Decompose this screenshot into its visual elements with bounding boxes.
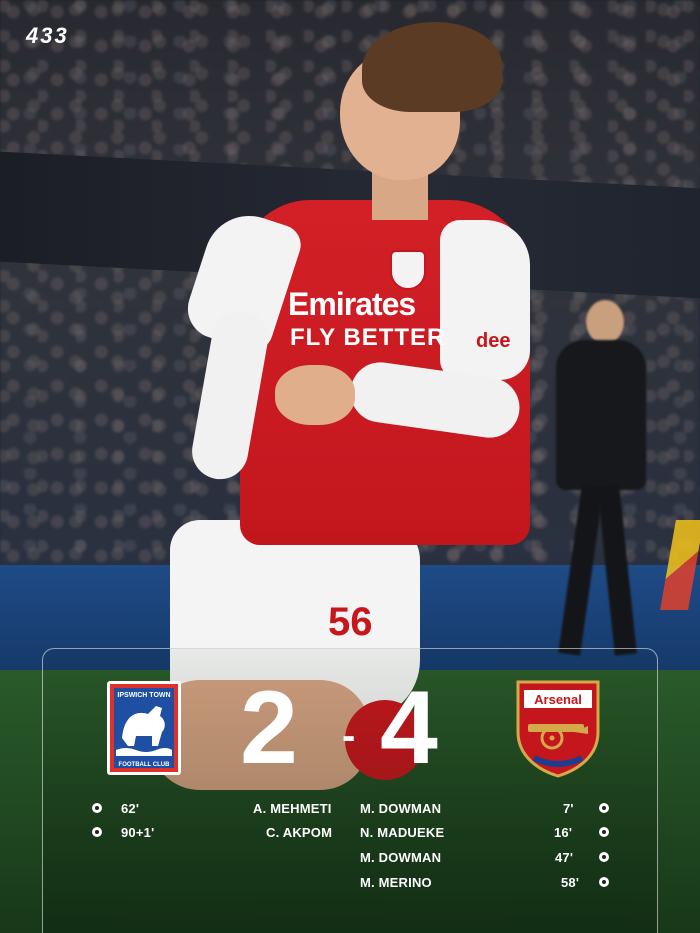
away-goal-scorer-1: M. DOWMAN xyxy=(360,801,442,816)
shorts-number: 56 xyxy=(328,600,373,644)
crest-text-bottom: FOOTBALL CLUB xyxy=(119,762,171,768)
away-goal-minute-4: 58' xyxy=(561,875,580,890)
away-goal-minute-2: 16' xyxy=(554,825,573,840)
football-icon xyxy=(599,852,609,862)
brand-logo: 433 xyxy=(26,23,69,48)
referee-figure xyxy=(540,300,650,660)
away-goal-scorer-2: N. MADUEKE xyxy=(360,825,445,840)
sleeve-sponsor: dee xyxy=(476,330,511,352)
football-icon xyxy=(92,803,102,813)
football-icon xyxy=(599,877,609,887)
football-icon xyxy=(92,827,102,837)
home-goal-minute-1: 62' xyxy=(121,801,140,816)
crest-text: Arsenal xyxy=(534,692,582,707)
away-goal-minute-3: 47' xyxy=(555,850,574,865)
ipswich-town-crest: IPSWICH TOWN FOOTBALL CLUB xyxy=(107,681,181,775)
home-goal-scorer-2: C. AKPOM xyxy=(266,825,333,840)
shirt-sponsor-line2: FLY BETTER xyxy=(290,324,446,351)
away-goal-scorer-3: M. DOWMAN xyxy=(360,850,442,865)
football-icon xyxy=(599,827,609,837)
shirt-sponsor-line1: Emirates xyxy=(288,286,416,322)
home-goal-scorer-1: A. MEHMETI xyxy=(253,801,332,816)
arsenal-crest: Arsenal xyxy=(516,680,600,778)
away-goal-scorer-4: M. MERINO xyxy=(360,875,432,890)
home-score: 2 xyxy=(240,670,298,786)
away-goal-minute-1: 7' xyxy=(563,801,574,816)
football-icon xyxy=(599,803,609,813)
away-score: 4 xyxy=(380,670,438,786)
crest-text-top: IPSWICH TOWN xyxy=(117,692,170,699)
score-separator: - xyxy=(342,714,356,758)
home-goal-minute-2: 90+1' xyxy=(121,825,155,840)
shirt-crest xyxy=(390,250,426,290)
